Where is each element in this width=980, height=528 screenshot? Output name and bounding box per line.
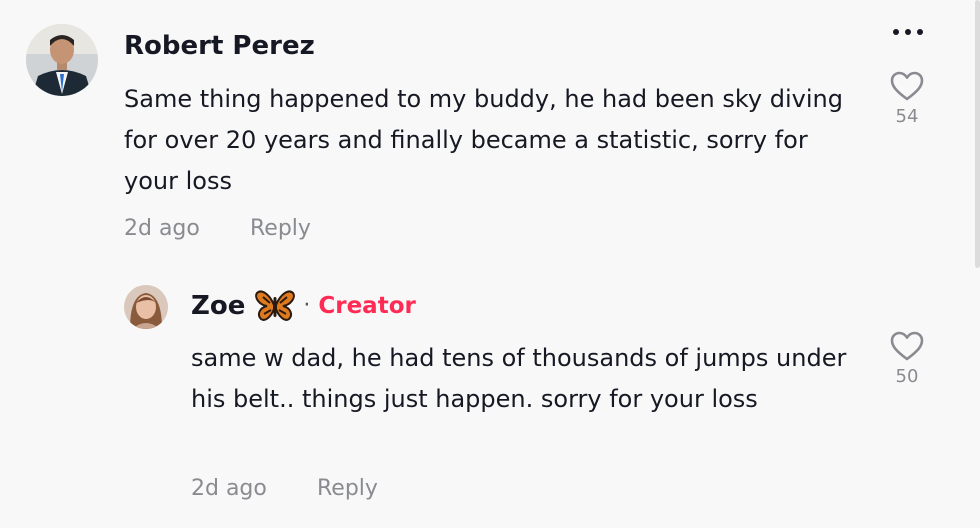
- more-dot: [905, 29, 911, 35]
- heart-outline-icon: [890, 71, 924, 101]
- reply-button[interactable]: Reply: [250, 216, 311, 241]
- comment-text: Same thing happened to my buddy, he had …: [124, 85, 843, 195]
- like-count: 50: [895, 366, 919, 387]
- comment-timestamp: 2d ago: [124, 216, 200, 241]
- like-button[interactable]: 54: [882, 70, 932, 127]
- reply-button[interactable]: Reply: [317, 476, 378, 501]
- avatar[interactable]: [26, 24, 98, 96]
- butterfly-icon: [255, 290, 296, 321]
- heart-outline-icon: [890, 331, 924, 361]
- comment-username[interactable]: Robert Perez: [124, 30, 315, 62]
- comments-panel: Robert Perez Same thing happened to my b…: [0, 0, 980, 528]
- comment-username-row: Zoe · Creator: [191, 289, 416, 323]
- creator-badge: Creator: [318, 293, 416, 319]
- avatar[interactable]: [124, 285, 168, 329]
- comment-meta: 2d ago Reply: [124, 216, 311, 241]
- like-button[interactable]: 50: [882, 330, 932, 387]
- scrollbar[interactable]: [975, 0, 980, 268]
- more-dot: [893, 29, 899, 35]
- comment-meta: 2d ago Reply: [191, 476, 378, 501]
- comment-text: same w dad, he had tens of thousands of …: [191, 344, 847, 413]
- more-options-button[interactable]: [886, 22, 930, 42]
- comment-timestamp: 2d ago: [191, 476, 267, 501]
- comment-username[interactable]: Zoe: [191, 290, 245, 322]
- like-count: 54: [895, 106, 919, 127]
- separator-dot: ·: [303, 293, 311, 318]
- more-dot: [917, 29, 923, 35]
